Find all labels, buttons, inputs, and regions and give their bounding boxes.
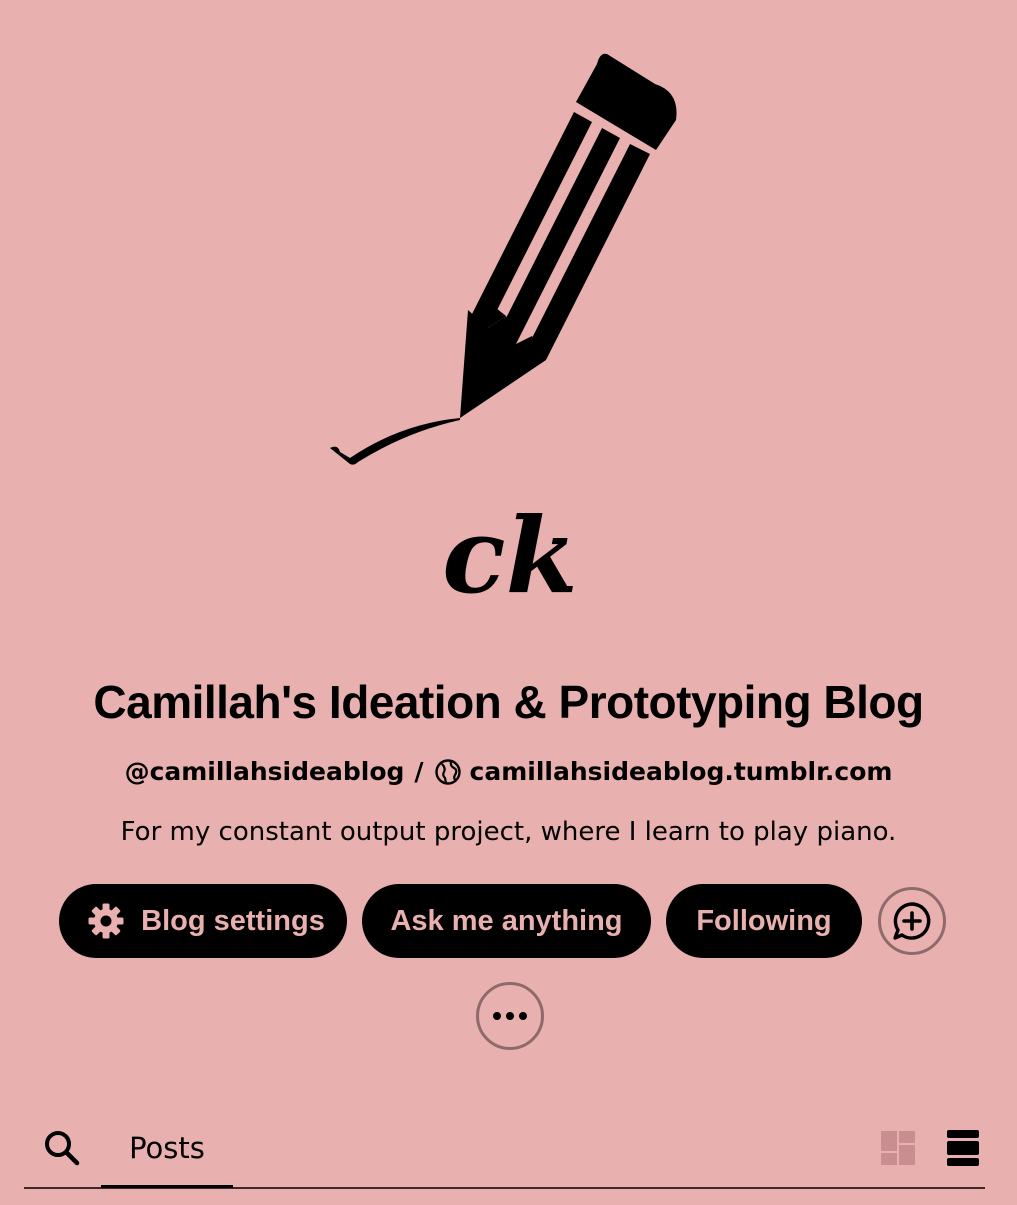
chat-plus-icon — [893, 902, 931, 940]
ask-me-anything-button[interactable]: Ask me anything — [362, 884, 651, 958]
blog-avatar: ck — [320, 40, 700, 610]
grid-view-icon[interactable] — [880, 1130, 916, 1166]
blog-url-link[interactable]: camillahsideablog.tumblr.com — [470, 754, 893, 790]
blog-handle[interactable]: @camillahsideablog — [125, 754, 405, 790]
gear-icon — [87, 902, 125, 940]
new-chat-button[interactable] — [878, 887, 946, 955]
avatar-monogram: ck — [442, 494, 577, 610]
tab-posts-label: Posts — [129, 1130, 205, 1165]
ellipsis-icon — [493, 1012, 527, 1020]
blog-description: For my constant output project, where I … — [120, 817, 897, 847]
blog-title: Camillah's Ideation & Prototyping Blog — [93, 676, 924, 728]
tab-posts[interactable]: Posts — [101, 1110, 233, 1188]
more-options-button[interactable] — [476, 982, 544, 1050]
blog-handle-row: @camillahsideablog / camillahsideablog.t… — [0, 754, 1017, 790]
blog-settings-label: Blog settings — [141, 904, 325, 937]
handle-separator: / — [414, 757, 424, 786]
blog-tab-bar: Posts — [24, 1110, 985, 1189]
search-icon[interactable] — [42, 1128, 82, 1168]
globe-icon — [434, 758, 462, 786]
following-button[interactable]: Following — [666, 884, 862, 958]
list-view-icon[interactable] — [946, 1128, 980, 1168]
following-label: Following — [696, 904, 832, 937]
ask-label: Ask me anything — [390, 904, 623, 937]
blog-settings-button[interactable]: Blog settings — [59, 884, 347, 958]
blog-actions: Blog settings Ask me anything Following — [59, 884, 946, 958]
pencil-signature-logo: ck — [330, 53, 677, 610]
